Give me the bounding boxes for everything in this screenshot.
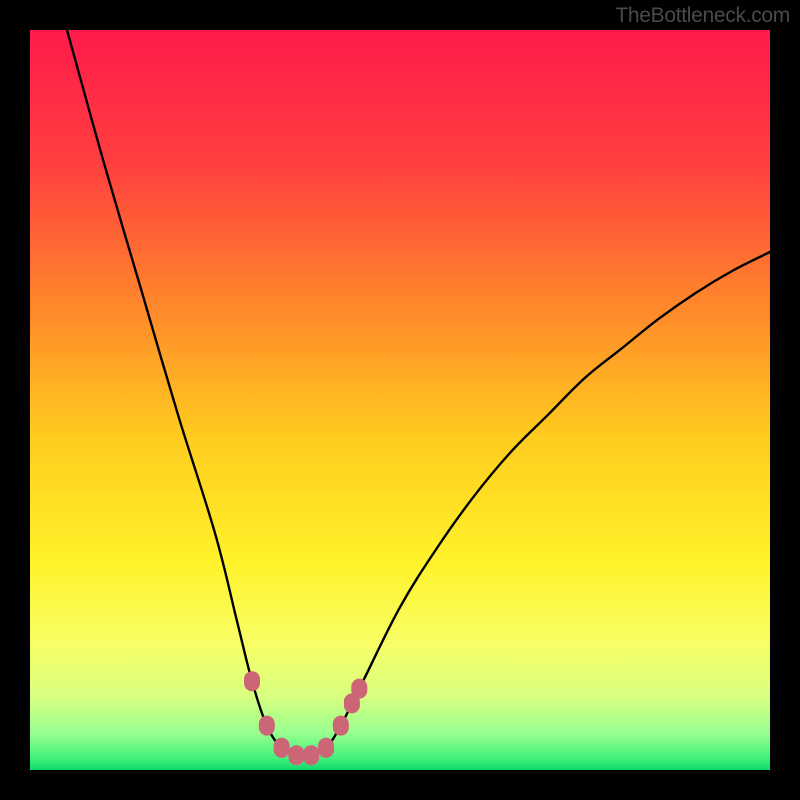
highlight-marker: [303, 745, 319, 765]
highlight-marker: [244, 671, 260, 691]
highlight-markers: [244, 671, 367, 765]
highlight-marker: [288, 745, 304, 765]
highlight-marker: [274, 738, 290, 758]
curve-layer: [30, 30, 770, 770]
bottleneck-curve: [67, 30, 770, 756]
highlight-marker: [333, 716, 349, 736]
highlight-marker: [318, 738, 334, 758]
highlight-marker: [351, 679, 367, 699]
watermark-text: TheBottleneck.com: [615, 4, 790, 28]
chart-frame: [30, 30, 770, 770]
highlight-marker: [259, 716, 275, 736]
